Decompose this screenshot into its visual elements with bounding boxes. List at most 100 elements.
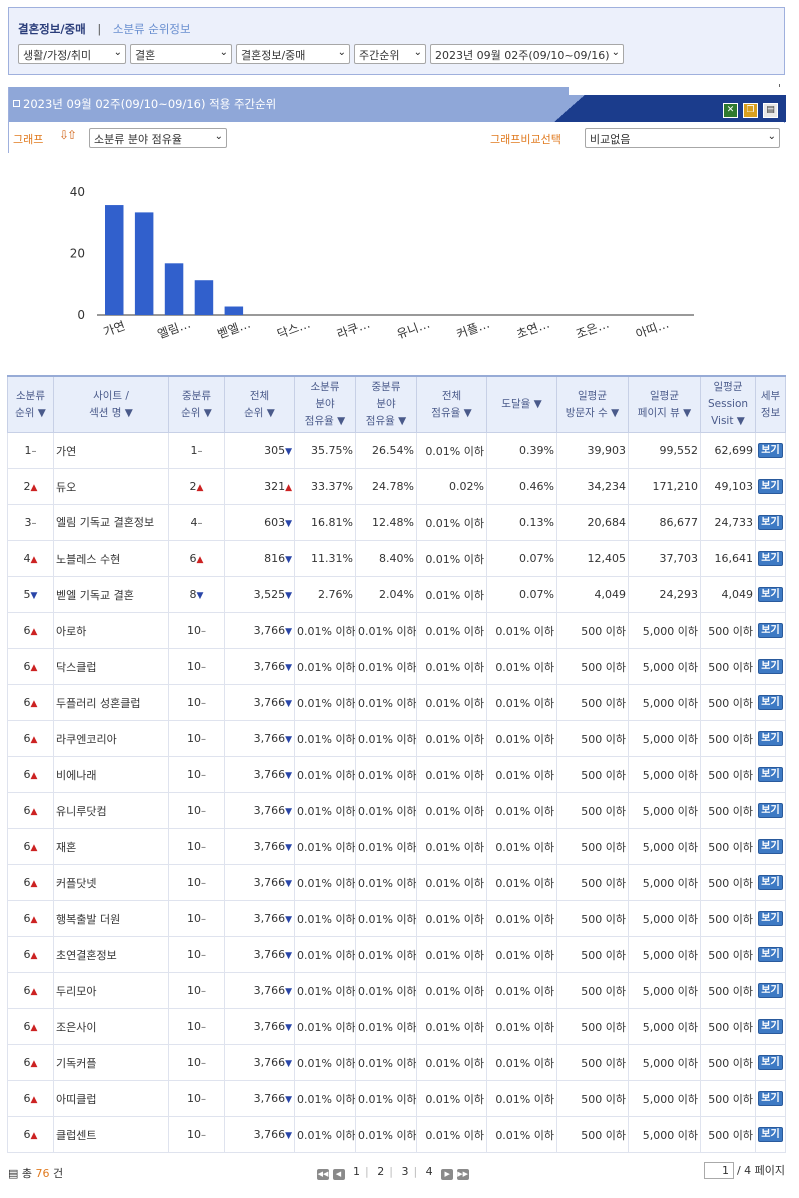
excel-export-icon[interactable]: ✕	[723, 103, 738, 118]
sub-share-cell-value: 0.01% 이하	[297, 660, 356, 674]
detail-view-button[interactable]: 보기	[758, 659, 783, 674]
detail-view-button[interactable]: 보기	[758, 551, 783, 566]
daily-visitors-cell: 12,405	[556, 540, 629, 577]
site-name-cell-value: 아로하	[56, 624, 87, 638]
mid-share-cell-value: 0.01% 이하	[358, 1056, 417, 1070]
detail-view-button[interactable]: 보기	[758, 731, 783, 746]
detail-view-button[interactable]: 보기	[758, 839, 783, 854]
chart-bar	[224, 306, 244, 315]
detail-view-button[interactable]: 보기	[758, 1055, 783, 1070]
ranking-header: 2023년 09월 02주(09/10~09/16) 적용 주간순위 ✕ ❐ ▤…	[8, 87, 786, 153]
print-icon[interactable]: ▤	[763, 103, 778, 118]
detail-view-button[interactable]: 보기	[758, 803, 783, 818]
category1-select[interactable]: 생활/가정/취미 ⌄	[18, 44, 126, 64]
detail-view-button[interactable]: 보기	[758, 479, 783, 494]
detail-view-button[interactable]: 보기	[758, 695, 783, 710]
sub-share-cell-value: 0.01% 이하	[297, 768, 356, 782]
rank-up-icon: ▲	[30, 951, 38, 961]
daily-visitors-cell: 500 이하	[556, 1044, 629, 1081]
chart-bar	[164, 263, 184, 315]
page-number-input[interactable]: 1	[703, 1162, 734, 1179]
column-header[interactable]: 일평균 방문자 수 ▼	[556, 375, 629, 433]
week-select[interactable]: 2023년 09월 02주(09/10~09/16) ⌄	[430, 44, 624, 64]
detail-view-button[interactable]: 보기	[758, 587, 783, 602]
mid-share-cell-value: 0.01% 이하	[358, 1020, 417, 1034]
detail-view-button[interactable]: 보기	[758, 875, 783, 890]
sub-share-cell: 0.01% 이하	[294, 720, 356, 757]
tab-marriage-info[interactable]: 결혼정보/중매	[18, 22, 86, 36]
category2-select[interactable]: 결혼 ⌄	[130, 44, 232, 64]
total-share-cell-value: 0.01% 이하	[425, 732, 484, 746]
page-link-1[interactable]: 1	[353, 1165, 360, 1178]
detail-view-button[interactable]: 보기	[758, 1019, 783, 1034]
site-name-cell: 두리모아	[53, 972, 169, 1009]
mid-share-cell-value: 0.01% 이하	[358, 804, 417, 818]
graph-metric-select[interactable]: 소분류 분야 점유율 ⌄	[89, 128, 227, 148]
graph-compare-select[interactable]: 비교없음 ⌄	[585, 128, 780, 148]
prev-page-icon[interactable]: ◀	[332, 1169, 345, 1180]
column-header[interactable]: 전체 점유율 ▼	[416, 375, 487, 433]
next-page-icon[interactable]: ▶	[441, 1169, 454, 1180]
detail-cell: 보기	[755, 792, 786, 829]
daily-visitors-cell: 500 이하	[556, 684, 629, 721]
detail-view-button[interactable]: 보기	[758, 623, 783, 638]
page-jump: 1/ 4 페이지	[703, 1162, 785, 1179]
detail-view-button[interactable]: 보기	[758, 911, 783, 926]
detail-cell: 보기	[755, 432, 786, 469]
mid-rank-cell-value: 10	[187, 696, 201, 709]
page-link-2[interactable]: 2	[377, 1165, 384, 1178]
page-link-4[interactable]: 4	[426, 1165, 433, 1178]
daily-visitors-cell-value: 34,234	[587, 480, 627, 493]
detail-view-button[interactable]: 보기	[758, 443, 783, 458]
rank-down-icon: ▼	[285, 1131, 292, 1141]
mid-share-cell: 2.04%	[355, 576, 417, 613]
page-link-3[interactable]: 3	[401, 1165, 408, 1178]
column-header[interactable]: 사이트 / 섹션 명 ▼	[53, 375, 169, 433]
detail-view-button[interactable]: 보기	[758, 1127, 783, 1142]
column-header[interactable]: 일평균 Session Visit ▼	[700, 375, 756, 433]
total-rank-cell-value: 603	[264, 516, 286, 529]
rank-up-icon: ▲	[30, 663, 38, 673]
table-row: 5▼ 벧엘 기독교 결혼 8▼ 3,525▼ 2.76% 2.04% 0.01% 이하 0.0…	[7, 576, 786, 613]
detail-view-button[interactable]: 보기	[758, 983, 783, 998]
daily-visitors-cell-value: 20,684	[587, 516, 627, 529]
copy-icon[interactable]: ❐	[743, 103, 758, 118]
tab-subcategory-rank[interactable]: 소분류 순위정보	[113, 22, 191, 36]
daily-sessions-cell: 16,641	[700, 540, 756, 577]
detail-view-button[interactable]: 보기	[758, 1091, 783, 1106]
category3-select[interactable]: 결혼정보/중매 ⌄	[236, 44, 350, 64]
daily-visitors-cell: 500 이하	[556, 1080, 629, 1117]
mid-share-cell: 0.01% 이하	[355, 1044, 417, 1081]
column-header[interactable]: 소분류 순위 ▼	[7, 375, 54, 433]
mid-rank-cell-value: 1	[190, 444, 198, 457]
sub-rank-cell-value: 6	[23, 1092, 31, 1105]
reach-cell-value: 0.01% 이하	[495, 804, 554, 818]
daily-pageviews-cell-value: 86,677	[659, 516, 699, 529]
column-header[interactable]: 소분류 분야 점유율 ▼	[294, 375, 356, 433]
period-select[interactable]: 주간순위 ⌄	[354, 44, 426, 64]
detail-view-button[interactable]: 보기	[758, 947, 783, 962]
daily-visitors-cell-value: 500 이하	[581, 948, 626, 962]
sub-rank-cell: 6▲	[7, 1044, 54, 1081]
column-header[interactable]: 일평균 페이지 뷰 ▼	[628, 375, 701, 433]
mid-share-cell: 12.48%	[355, 504, 417, 541]
first-page-icon[interactable]: ◀◀	[317, 1169, 329, 1180]
sort-arrows-icon[interactable]: ⇩⇧	[59, 128, 77, 142]
column-header[interactable]: 도달율 ▼	[486, 375, 557, 433]
mid-rank-cell-value: 10	[187, 1128, 201, 1141]
detail-view-button[interactable]: 보기	[758, 767, 783, 782]
last-page-icon[interactable]: ▶▶	[456, 1169, 469, 1180]
table-row: 6▲ 아띠클럽 10– 3,766▼ 0.01% 이하 0.01% 이하 0.01% 이하 0…	[7, 1080, 786, 1117]
column-header[interactable]: 중분류 분야 점유율 ▼	[355, 375, 417, 433]
column-header[interactable]: 중분류 순위 ▼	[168, 375, 225, 433]
sub-share-cell-value: 0.01% 이하	[297, 984, 356, 998]
sub-rank-cell: 6▲	[7, 1080, 54, 1117]
daily-pageviews-cell-value: 5,000 이하	[642, 840, 698, 854]
result-count-suffix: 건	[53, 1167, 64, 1180]
column-header[interactable]: 전체 순위 ▼	[224, 375, 295, 433]
total-rank-cell-value: 3,766	[253, 1056, 286, 1069]
x-tick-label: 커플…	[455, 317, 492, 342]
total-share-cell: 0.01% 이하	[416, 612, 487, 649]
rank-same-icon: –	[197, 446, 203, 457]
detail-view-button[interactable]: 보기	[758, 515, 783, 530]
